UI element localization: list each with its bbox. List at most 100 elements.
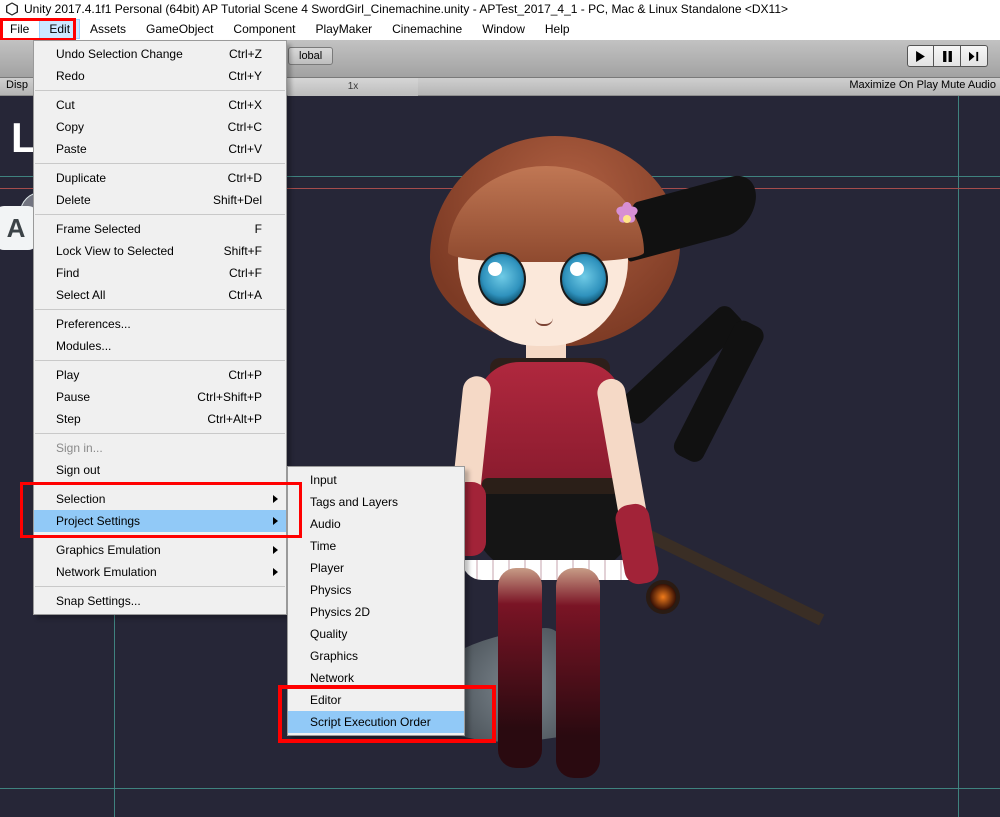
edit-menu-item-project-settings[interactable]: Project Settings [34, 510, 286, 532]
menu-item-label: Input [310, 473, 440, 487]
menu-item-shortcut: Ctrl+V [228, 142, 262, 156]
transform-space-dropdown[interactable]: lobal [288, 47, 333, 65]
menu-item-label: Play [56, 368, 188, 382]
edit-menu-item-copy[interactable]: Copy Ctrl+C [34, 116, 286, 138]
edit-menu-item-undo-selection-change[interactable]: Undo Selection ChangeCtrl+Z [34, 43, 286, 65]
edit-menu-item-delete[interactable]: DeleteShift+Del [34, 189, 286, 211]
project-settings-item-time[interactable]: Time [288, 535, 464, 557]
edit-menu-item-step[interactable]: StepCtrl+Alt+P [34, 408, 286, 430]
menu-separator [35, 90, 285, 91]
window-title: Unity 2017.4.1f1 Personal (64bit) AP Tut… [24, 2, 788, 16]
menu-item-label: Frame Selected [56, 222, 215, 236]
project-settings-item-graphics[interactable]: Graphics [288, 645, 464, 667]
menu-item-label: Player [310, 561, 440, 575]
step-button[interactable] [961, 45, 988, 67]
menu-separator [35, 214, 285, 215]
edit-menu-item-snap-settings[interactable]: Snap Settings... [34, 590, 286, 612]
edit-menu-item-paste[interactable]: Paste Ctrl+V [34, 138, 286, 160]
edit-menu-item-pause[interactable]: Pause Ctrl+Shift+P [34, 386, 286, 408]
edit-menu-item-sign-out[interactable]: Sign out [34, 459, 286, 481]
menu-help[interactable]: Help [535, 19, 580, 39]
menu-item-label: Paste [56, 142, 188, 156]
menu-item-label: Copy [56, 120, 188, 134]
edit-menu-item-play[interactable]: Play Ctrl+P [34, 364, 286, 386]
menu-item-label: Pause [56, 390, 157, 404]
menu-item-label: Graphics [310, 649, 440, 663]
menu-item-label: Modules... [56, 339, 262, 353]
camera-bound-line [958, 96, 959, 817]
edit-menu-dropdown: Undo Selection ChangeCtrl+ZRedoCtrl+Y Cut… [33, 40, 287, 615]
edit-menu-item-selection[interactable]: Selection [34, 488, 286, 510]
menu-item-label: Physics [310, 583, 440, 597]
submenu-arrow-icon [273, 517, 278, 525]
scale-slider[interactable]: 1x [288, 78, 418, 96]
menu-item-label: Selection [56, 492, 262, 506]
project-settings-item-network[interactable]: Network [288, 667, 464, 689]
pause-button[interactable] [934, 45, 961, 67]
menu-item-label: Network [310, 671, 440, 685]
project-settings-item-input[interactable]: Input [288, 469, 464, 491]
menu-file[interactable]: File [0, 19, 39, 39]
project-settings-item-tags-and-layers[interactable]: Tags and Layers [288, 491, 464, 513]
project-settings-submenu: Input Tags and Layers Audio Time Player Physi… [287, 466, 465, 736]
menu-edit[interactable]: Edit [39, 19, 80, 39]
menu-item-shortcut: F [255, 222, 262, 236]
play-controls [907, 45, 990, 67]
menu-item-shortcut: Ctrl+X [228, 98, 262, 112]
project-settings-item-player[interactable]: Player [288, 557, 464, 579]
menu-item-label: Find [56, 266, 189, 280]
edit-menu-item-redo[interactable]: RedoCtrl+Y [34, 65, 286, 87]
project-settings-item-audio[interactable]: Audio [288, 513, 464, 535]
edit-menu-item-duplicate[interactable]: DuplicateCtrl+D [34, 167, 286, 189]
edit-menu-item-select-all[interactable]: Select AllCtrl+A [34, 284, 286, 306]
edit-menu-item-find[interactable]: FindCtrl+F [34, 262, 286, 284]
menu-item-shortcut: Ctrl+Shift+P [197, 390, 262, 404]
menu-item-shortcut: Shift+Del [213, 193, 262, 207]
menu-item-label: Physics 2D [310, 605, 440, 619]
menu-item-label: Sign out [56, 463, 262, 477]
menu-item-label: Script Execution Order [310, 715, 440, 729]
submenu-arrow-icon [273, 546, 278, 554]
menu-gameobject[interactable]: GameObject [136, 19, 223, 39]
step-icon [969, 51, 980, 62]
mute-audio-toggle[interactable]: Mute Audio [941, 79, 996, 91]
menu-item-shortcut: Ctrl+P [228, 368, 262, 382]
menu-item-shortcut: Ctrl+D [228, 171, 262, 185]
project-settings-item-script-execution-order[interactable]: Script Execution Order [288, 711, 464, 733]
project-settings-item-physics-2d[interactable]: Physics 2D [288, 601, 464, 623]
menu-window[interactable]: Window [472, 19, 535, 39]
edit-menu-item-modules[interactable]: Modules... [34, 335, 286, 357]
menu-item-shortcut: Ctrl+C [228, 120, 262, 134]
edit-menu-item-cut[interactable]: CutCtrl+X [34, 94, 286, 116]
display-dropdown[interactable]: Disp [6, 79, 28, 91]
edit-menu-item-graphics-emulation[interactable]: Graphics Emulation [34, 539, 286, 561]
menu-assets[interactable]: Assets [80, 19, 136, 39]
menu-cinemachine[interactable]: Cinemachine [382, 19, 472, 39]
edit-menu-item-preferences[interactable]: Preferences... [34, 313, 286, 335]
play-icon [915, 51, 926, 62]
play-button[interactable] [907, 45, 934, 67]
menu-playmaker[interactable]: PlayMaker [305, 19, 382, 39]
menu-component[interactable]: Component [223, 19, 305, 39]
menu-separator [35, 535, 285, 536]
submenu-arrow-icon [273, 568, 278, 576]
menu-item-label: Undo Selection Change [56, 47, 189, 61]
project-settings-item-quality[interactable]: Quality [288, 623, 464, 645]
menu-item-shortcut: Shift+F [224, 244, 262, 258]
edit-menu-item-sign-in: Sign in... [34, 437, 286, 459]
menu-item-label: Lock View to Selected [56, 244, 184, 258]
edit-menu-item-frame-selected[interactable]: Frame Selected F [34, 218, 286, 240]
project-settings-item-editor[interactable]: Editor [288, 689, 464, 711]
pause-icon [942, 51, 953, 62]
menu-item-label: Redo [56, 69, 188, 83]
menu-separator [35, 309, 285, 310]
title-bar: Unity 2017.4.1f1 Personal (64bit) AP Tut… [0, 0, 1000, 18]
menu-item-label: Tags and Layers [310, 495, 440, 509]
menu-item-label: Audio [310, 517, 440, 531]
project-settings-item-physics[interactable]: Physics [288, 579, 464, 601]
menu-separator [35, 163, 285, 164]
maximize-on-play-toggle[interactable]: Maximize On Play [849, 79, 938, 91]
edit-menu-item-lock-view-to-selected[interactable]: Lock View to Selected Shift+F [34, 240, 286, 262]
menu-item-label: Editor [310, 693, 440, 707]
edit-menu-item-network-emulation[interactable]: Network Emulation [34, 561, 286, 583]
